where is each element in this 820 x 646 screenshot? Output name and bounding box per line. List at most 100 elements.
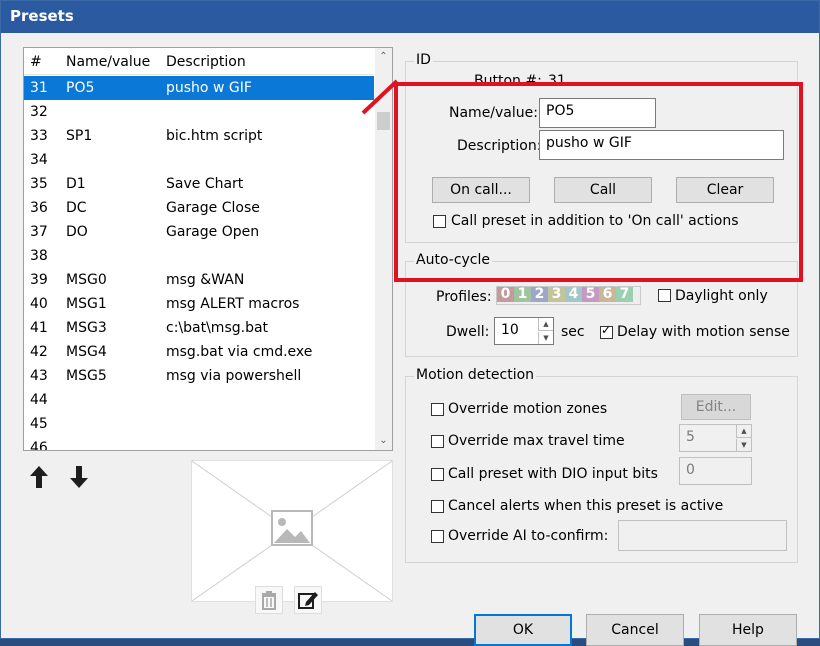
list-item[interactable]: 39 MSG0 msg &WAN <box>24 268 374 292</box>
profiles-label: Profiles: <box>436 289 492 305</box>
delay-motion-checkbox[interactable] <box>600 323 613 339</box>
list-item-num: 37 <box>30 224 48 240</box>
list-rows: 31 PO5 pusho w GIF 32 33 SP1 bic.htm script 34 3… <box>24 76 374 450</box>
list-item-num: 40 <box>30 296 48 312</box>
list-item-name: MSG3 <box>66 320 107 336</box>
list-item-num: 44 <box>30 392 48 408</box>
list-item-num: 32 <box>30 104 48 120</box>
image-placeholder-icon <box>191 460 393 602</box>
cancel-alerts-label: Cancel alerts when this preset is active <box>448 498 724 514</box>
profile-selector[interactable]: 01234567 <box>496 286 641 305</box>
profile-digit[interactable]: 5 <box>582 287 599 302</box>
move-up-button[interactable] <box>23 461 55 493</box>
column-header-description[interactable]: Description <box>166 54 246 70</box>
dwell-down-icon[interactable]: ▼ <box>538 332 553 344</box>
profile-digit[interactable]: 0 <box>497 287 514 302</box>
list-item-num: 36 <box>30 200 48 216</box>
list-item-name: MSG1 <box>66 296 107 312</box>
list-item[interactable]: 35 D1 Save Chart <box>24 172 374 196</box>
list-item-num: 39 <box>30 272 48 288</box>
arrow-down-icon <box>70 466 88 488</box>
preset-list[interactable]: # Name/value Description 31 PO5 pusho w GI… <box>23 47 393 451</box>
list-item[interactable]: 36 DC Garage Close <box>24 196 374 220</box>
dio-bits-input[interactable]: 0 <box>679 457 752 485</box>
list-item[interactable]: 44 <box>24 388 374 412</box>
list-item[interactable]: 46 <box>24 436 374 450</box>
scroll-up-icon[interactable]: ⌃ <box>375 50 392 64</box>
list-item-desc: Save Chart <box>166 176 244 192</box>
list-item-name: MSG4 <box>66 344 107 360</box>
dwell-label: Dwell: <box>446 324 490 340</box>
motion-detection-group: Motion detection Override motion zones E… <box>405 367 798 563</box>
delete-button[interactable] <box>255 586 283 614</box>
seconds-label: sec <box>561 324 585 340</box>
list-item-name: SP1 <box>66 128 93 144</box>
profile-digit[interactable]: 4 <box>565 287 582 302</box>
list-item-num: 41 <box>30 320 48 336</box>
dwell-up-icon[interactable]: ▲ <box>538 318 553 331</box>
list-item-num: 45 <box>30 416 48 432</box>
daylight-only-label: Daylight only <box>675 288 768 304</box>
scroll-down-icon[interactable]: ⌄ <box>375 434 392 448</box>
list-item[interactable]: 37 DO Garage Open <box>24 220 374 244</box>
delay-motion-label: Delay with motion sense <box>617 324 790 340</box>
ai-to-confirm-input[interactable] <box>618 520 787 551</box>
list-item[interactable]: 45 <box>24 412 374 436</box>
dwell-stepper[interactable]: 10 ▲ ▼ <box>494 317 554 345</box>
list-item-name: D1 <box>66 176 86 192</box>
list-item-desc: Garage Open <box>166 224 260 240</box>
highlight-annotation <box>394 82 803 282</box>
list-item[interactable]: 40 MSG1 msg ALERT macros <box>24 292 374 316</box>
list-item[interactable]: 34 <box>24 148 374 172</box>
list-item-desc: msg via powershell <box>166 368 302 384</box>
list-item[interactable]: 42 MSG4 msg.bat via cmd.exe <box>24 340 374 364</box>
list-item-desc: c:\bat\msg.bat <box>166 320 269 336</box>
list-item-desc: msg &WAN <box>166 272 245 288</box>
travel-down-icon[interactable]: ▼ <box>736 439 751 451</box>
list-item[interactable]: 43 MSG5 msg via powershell <box>24 364 374 388</box>
list-item-num: 34 <box>30 152 48 168</box>
profile-digit[interactable]: 2 <box>531 287 548 302</box>
column-header-name[interactable]: Name/value <box>66 54 150 70</box>
list-header: # Name/value Description <box>24 48 374 75</box>
call-dio-checkbox[interactable] <box>431 468 444 481</box>
title-bar[interactable]: Presets <box>1 1 819 33</box>
profile-digit[interactable]: 1 <box>514 287 531 302</box>
travel-up-icon[interactable]: ▲ <box>736 425 751 438</box>
motion-detection-title: Motion detection <box>414 367 537 383</box>
list-item[interactable]: 38 <box>24 244 374 268</box>
move-down-button[interactable] <box>63 461 95 493</box>
annotation-connector <box>361 79 399 115</box>
override-travel-checkbox[interactable] <box>431 435 444 448</box>
ok-button[interactable]: OK <box>474 614 572 646</box>
profile-digit[interactable]: 7 <box>616 287 633 302</box>
edit-zones-button[interactable]: Edit... <box>681 394 751 420</box>
id-group-title: ID <box>414 52 433 68</box>
list-item-num: 35 <box>30 176 48 192</box>
profile-digit[interactable]: 3 <box>548 287 565 302</box>
travel-time-stepper[interactable]: 5 ▲ ▼ <box>679 424 752 452</box>
list-item-num: 38 <box>30 248 48 264</box>
window-title: Presets <box>10 7 74 25</box>
profile-digit[interactable]: 6 <box>599 287 616 302</box>
presets-window: Presets # Name/value Description 31 PO5 pu… <box>0 0 820 646</box>
edit-image-button[interactable] <box>294 586 322 614</box>
cancel-alerts-checkbox[interactable] <box>431 500 444 513</box>
list-item-name: PO5 <box>66 80 95 96</box>
cancel-button[interactable]: Cancel <box>586 614 684 646</box>
list-item-num: 31 <box>30 80 48 96</box>
list-item[interactable]: 41 MSG3 c:\bat\msg.bat <box>24 316 374 340</box>
list-item-num: 42 <box>30 344 48 360</box>
list-item[interactable]: 32 <box>24 100 374 124</box>
list-item[interactable]: 31 PO5 pusho w GIF <box>24 76 374 100</box>
override-zones-checkbox[interactable] <box>431 403 444 416</box>
dwell-value: 10 <box>501 322 519 338</box>
column-header-number[interactable]: # <box>30 54 42 70</box>
help-button[interactable]: Help <box>699 614 797 646</box>
override-ai-checkbox[interactable] <box>431 530 444 543</box>
override-zones-label: Override motion zones <box>448 401 608 417</box>
daylight-only-checkbox[interactable] <box>658 289 671 302</box>
list-item[interactable]: 33 SP1 bic.htm script <box>24 124 374 148</box>
arrow-up-icon <box>30 466 48 488</box>
list-item-name: MSG5 <box>66 368 107 384</box>
